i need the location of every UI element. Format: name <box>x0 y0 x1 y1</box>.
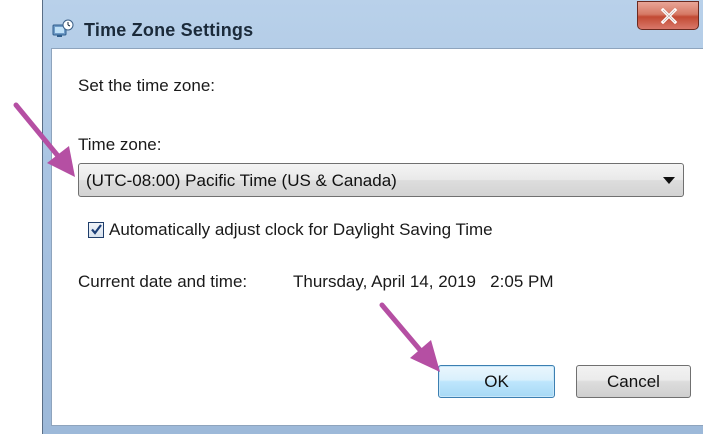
current-datetime-value: Thursday, April 14, 2019 2:05 PM <box>293 272 554 291</box>
close-button[interactable] <box>637 1 699 30</box>
dst-checkbox[interactable] <box>88 222 104 238</box>
ok-button[interactable]: OK <box>438 365 555 398</box>
current-datetime-label: Current date and time: <box>78 272 248 291</box>
chevron-down-icon[interactable] <box>663 177 675 184</box>
dialog-content: Set the time zone: Time zone: (UTC-08:00… <box>51 48 703 426</box>
timezone-dropdown[interactable]: (UTC-08:00) Pacific Time (US & Canada) <box>78 163 684 197</box>
timezone-label: Time zone: <box>78 135 162 154</box>
title-bar[interactable]: Time Zone Settings <box>43 0 703 48</box>
world-clock-icon <box>52 19 74 39</box>
dialog-window: Time Zone Settings Set the time zone: Ti… <box>42 0 703 434</box>
timezone-selected-value: (UTC-08:00) Pacific Time (US & Canada) <box>86 171 397 190</box>
dst-checkbox-label[interactable]: Automatically adjust clock for Daylight … <box>109 220 493 240</box>
dialog-heading: Set the time zone: <box>78 76 216 95</box>
cancel-button[interactable]: Cancel <box>576 365 691 398</box>
window-title: Time Zone Settings <box>84 20 254 40</box>
